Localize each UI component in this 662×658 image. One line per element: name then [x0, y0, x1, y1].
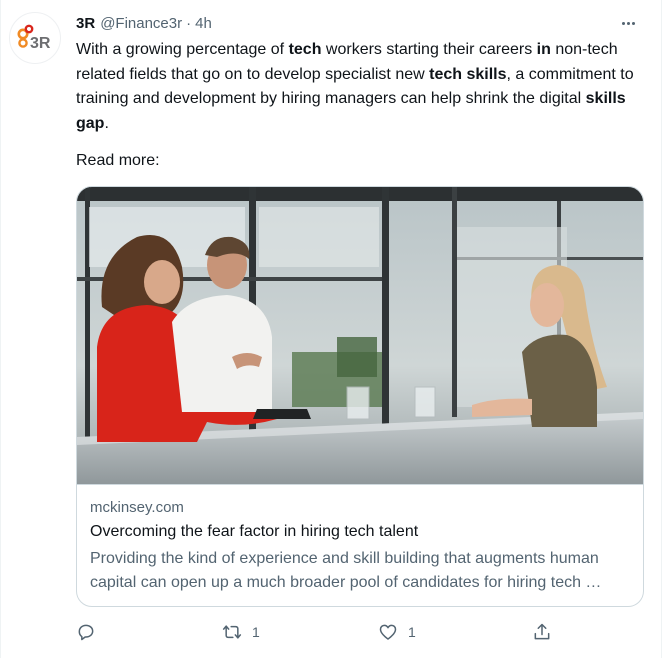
share-icon — [534, 623, 550, 640]
tweet-timestamp[interactable]: 4h — [195, 15, 212, 32]
more-dot — [626, 21, 630, 25]
card-image[interactable] — [77, 187, 643, 485]
3r-logo-icon: 3R — [17, 24, 51, 52]
tweet-actions: 1 1 — [76, 620, 566, 644]
more-options-icon[interactable] — [615, 13, 641, 33]
retweet-count: 1 — [252, 624, 260, 640]
tweet-text-segment: With a growing percentage of — [76, 41, 289, 58]
retweet-icon — [222, 625, 242, 639]
like-count: 1 — [408, 624, 416, 640]
heart-icon — [379, 624, 397, 640]
more-dot — [621, 21, 625, 25]
highlighted-keyword: tech — [288, 41, 322, 58]
tweet-text-segment: workers starting their careers — [321, 41, 537, 58]
tweet-header: 3R @Finance3r · 4h — [76, 12, 212, 34]
card-description: Providing the kind of experience and ski… — [90, 550, 602, 591]
separator-dot: · — [186, 14, 192, 32]
link-card[interactable]: mckinsey.com Overcoming the fear factor … — [76, 186, 644, 607]
author-handle[interactable]: @Finance3r — [100, 15, 182, 32]
card-title: Overcoming the fear factor in hiring tec… — [90, 523, 419, 540]
svg-text:3R: 3R — [30, 35, 51, 52]
retweet-button[interactable]: 1 — [222, 620, 260, 644]
share-button[interactable] — [532, 620, 552, 644]
reply-icon — [78, 624, 94, 641]
like-button[interactable]: 1 — [378, 620, 416, 644]
tweet-text-segment: . — [104, 114, 109, 132]
tweet[interactable]: 3R 3R @Finance3r · 4h With a growing per… — [0, 0, 662, 658]
avatar[interactable]: 3R — [9, 12, 61, 64]
author-name[interactable]: 3R — [76, 15, 95, 32]
reply-button[interactable] — [76, 620, 96, 644]
card-domain: mckinsey.com — [90, 499, 184, 516]
highlighted-keyword: tech skills — [429, 65, 507, 83]
highlighted-keyword: in — [536, 41, 551, 58]
tweet-text: With a growing percentage of tech worker… — [76, 38, 636, 136]
meeting-photo — [77, 187, 643, 484]
more-dot — [631, 21, 635, 25]
read-more-text: Read more: — [76, 152, 160, 169]
